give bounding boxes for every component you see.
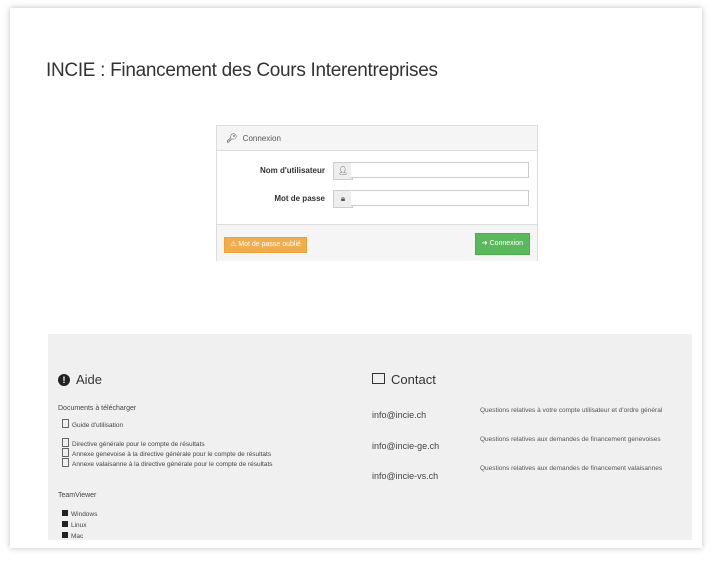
login-panel: 🔑︎ Connexion Nom d'utilisateur 👤︎ Mot de… <box>216 125 538 261</box>
os-label: Windows <box>71 511 98 518</box>
envelope-icon <box>372 373 385 384</box>
doc-link[interactable]: Annexe valaisanne à la directive général… <box>62 458 273 468</box>
footer-area: ! Aide Documents à télécharger Guide d'ut… <box>48 334 692 540</box>
os-link-linux[interactable]: Linux <box>62 521 87 529</box>
username-input[interactable] <box>351 162 529 178</box>
windows-icon <box>62 510 68 516</box>
login-footer: ⚠ Mot de passe oublié ➜ Connexion <box>217 224 537 261</box>
os-label: Mac <box>71 533 84 540</box>
file-icon <box>62 448 69 457</box>
lock-icon: 🔒︎ <box>333 190 353 208</box>
file-icon <box>62 438 69 447</box>
forgot-password-button[interactable]: ⚠ Mot de passe oublié <box>224 237 307 253</box>
contact-description: Questions relatives à votre compte utili… <box>480 407 663 414</box>
doc-label: Directive générale pour le compte de rés… <box>72 441 205 448</box>
doc-label: Annexe genevoise à la directive générale… <box>72 451 272 458</box>
page-title: INCIE : Financement des Cours Interentre… <box>46 60 438 81</box>
file-icon <box>62 458 69 467</box>
teamviewer-label: TeamViewer <box>58 492 97 499</box>
contact-description: Questions relatives aux demandes de fina… <box>480 465 663 472</box>
username-label: Nom d'utilisateur <box>259 166 325 175</box>
contact-heading: Contact <box>372 372 436 387</box>
os-link-mac[interactable]: Mac <box>62 532 83 540</box>
key-icon: 🔑︎ <box>226 133 238 143</box>
os-link-windows[interactable]: Windows <box>62 510 97 518</box>
info-circle-icon: ! <box>58 374 70 386</box>
forgot-password-label: Mot de passe oublié <box>238 241 301 248</box>
os-label: Linux <box>71 522 87 529</box>
doc-label: Guide d'utilisation <box>72 422 124 429</box>
doc-link[interactable]: Directive générale pour le compte de rés… <box>62 438 205 448</box>
username-row: Nom d'utilisateur 👤︎ <box>217 162 537 180</box>
contact-email[interactable]: info@incie-ge.ch <box>372 441 439 451</box>
help-title: Aide <box>76 372 103 387</box>
login-heading-label: Connexion <box>242 134 281 143</box>
doc-link[interactable]: Annexe genevoise à la directive générale… <box>62 448 271 458</box>
doc-link[interactable]: Guide d'utilisation <box>62 419 123 429</box>
contact-email[interactable]: info@incie-vs.ch <box>372 471 438 481</box>
help-heading: ! Aide <box>58 372 102 387</box>
user-icon: 👤︎ <box>333 162 353 180</box>
contact-email[interactable]: info@incie.ch <box>372 410 426 420</box>
contact-title: Contact <box>391 372 436 387</box>
contact-description: Questions relatives aux demandes de fina… <box>480 436 661 443</box>
login-submit-label: Connexion <box>489 240 523 247</box>
password-input[interactable] <box>351 190 529 206</box>
login-submit-button[interactable]: ➜ Connexion <box>474 233 530 255</box>
linux-icon <box>62 521 68 527</box>
warning-icon: ⚠ <box>230 241 239 248</box>
doc-label: Annexe valaisanne à la directive général… <box>72 461 273 468</box>
sign-in-icon: ➜ <box>481 240 490 247</box>
password-label: Mot de passe <box>274 194 325 203</box>
apple-icon <box>62 532 68 538</box>
download-label: Documents à télécharger <box>58 405 137 412</box>
password-row: Mot de passe 🔒︎ <box>217 190 537 208</box>
login-heading: 🔑︎ Connexion <box>217 126 537 151</box>
file-icon <box>62 419 69 428</box>
